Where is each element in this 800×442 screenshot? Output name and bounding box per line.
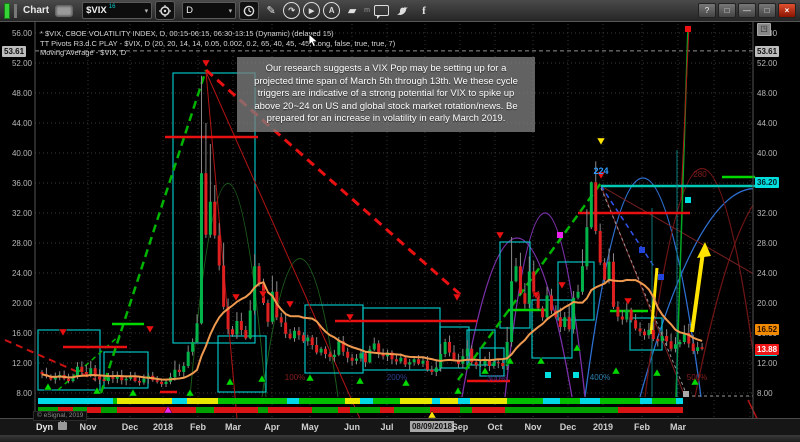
symbol-value: $VIX xyxy=(86,5,107,16)
month-label: Sep xyxy=(452,422,469,432)
price-tick-label: 40.00 xyxy=(757,149,777,158)
price-tick-label: 44.00 xyxy=(757,119,777,128)
svg-text:500%: 500% xyxy=(687,373,707,382)
facebook-icon[interactable]: f xyxy=(415,2,433,19)
price-tick-label: 24.00 xyxy=(757,269,777,278)
month-label: Nov xyxy=(79,422,96,432)
price-badge: 53.61 xyxy=(755,46,779,57)
minimize-button[interactable]: — xyxy=(738,3,756,18)
esignal-watermark: © eSignal, 2019 xyxy=(33,411,87,421)
time-axis[interactable]: Dyn 08/09/2018 Nov Dec 2018 Feb Mar Apr May Jun… xyxy=(0,418,800,435)
price-tick-label: 20.00 xyxy=(757,299,777,308)
play-replay-icon[interactable]: ▶ xyxy=(303,2,320,19)
month-label: Jul xyxy=(380,422,393,432)
price-tick-label: 48.00 xyxy=(757,89,777,98)
restore-button[interactable]: □ xyxy=(718,3,736,18)
svg-text:200%: 200% xyxy=(387,373,407,382)
month-label: Apr xyxy=(264,422,280,432)
month-label: Dec xyxy=(560,422,577,432)
interval-value: D xyxy=(186,5,193,16)
price-badge: 16.52 xyxy=(755,324,779,335)
price-tick-label: 52.00 xyxy=(1,59,32,68)
month-label: May xyxy=(301,422,319,432)
chart-window: 224 280 100% 200% 300% 400% 500% Chart $VIX 16… xyxy=(0,0,800,442)
pencil-draw-icon[interactable]: ✎ xyxy=(262,2,280,19)
price-tick-label: 12.00 xyxy=(757,359,777,368)
month-label: Dec xyxy=(122,422,139,432)
price-badge: 53.61 xyxy=(2,46,26,57)
month-label: 2018 xyxy=(153,422,173,432)
price-tick-label: 32.00 xyxy=(757,209,777,218)
annotation-note[interactable]: Our research suggests a VIX Pop may be s… xyxy=(237,57,535,132)
month-label: Oct xyxy=(487,422,502,432)
lock-icon[interactable] xyxy=(58,422,67,430)
month-label: Feb xyxy=(190,422,206,432)
twitter-icon[interactable] xyxy=(394,2,412,19)
symbol-link-tag: 16 xyxy=(109,4,116,10)
price-tick-label: 24.00 xyxy=(1,269,32,278)
svg-text:100%: 100% xyxy=(285,373,305,382)
titlebar[interactable]: Chart $VIX 16 ▾ D ▾ ✎ ↷ ▶ A ▰ m f ?□—□× xyxy=(0,0,800,22)
eraser-icon[interactable]: ▰ xyxy=(343,2,361,19)
redo-tool-icon[interactable]: ↷ xyxy=(283,2,300,19)
maximize-button[interactable]: □ xyxy=(758,3,776,18)
price-tick-label: 8.00 xyxy=(757,389,773,398)
price-tick-label: 8.00 xyxy=(1,389,32,398)
auto-analysis-icon[interactable]: A xyxy=(323,2,340,19)
price-tick-label: 32.00 xyxy=(1,209,32,218)
svg-text:400%: 400% xyxy=(590,373,610,382)
interval-dropdown-arrow[interactable]: ▾ xyxy=(229,7,233,15)
price-tick-label: 40.00 xyxy=(1,149,32,158)
price-tick-label: 36.00 xyxy=(1,179,32,188)
price-tick-label: 28.00 xyxy=(757,239,777,248)
month-label: Nov xyxy=(524,422,541,432)
price-badge: 13.88 xyxy=(755,344,779,355)
svg-text:224: 224 xyxy=(593,166,608,176)
month-label: 2019 xyxy=(593,422,613,432)
snapshot-icon[interactable] xyxy=(55,5,73,17)
mouse-cursor xyxy=(308,34,320,48)
price-tick-label: 20.00 xyxy=(1,299,32,308)
window-title: Chart xyxy=(23,5,49,16)
window-bottom-frame xyxy=(0,435,800,442)
price-tick-label: 56.00 xyxy=(1,29,32,38)
scroll-to-latest-icon[interactable]: ◳ xyxy=(757,23,771,36)
crosshair-date-badge: 08/09/2018 xyxy=(410,421,454,432)
study-info-lines: * $VIX, CBOE VOLATILITY INDEX, D, 00:15-… xyxy=(40,29,395,58)
price-tick-label: 16.00 xyxy=(1,329,32,338)
month-label: Jun xyxy=(344,422,360,432)
month-label: Feb xyxy=(634,422,650,432)
dyn-scale-label[interactable]: Dyn xyxy=(36,422,53,432)
month-label: Mar xyxy=(225,422,241,432)
price-tick-label: 48.00 xyxy=(1,89,32,98)
connection-status-indicator xyxy=(4,3,10,19)
symbol-dropdown-arrow[interactable]: ▾ xyxy=(145,7,149,15)
svg-text:300%: 300% xyxy=(487,374,507,383)
interval-input[interactable]: D ▾ xyxy=(182,2,236,19)
svg-text:280: 280 xyxy=(693,170,707,179)
help-button[interactable]: ? xyxy=(698,3,716,18)
chat-share-icon[interactable] xyxy=(373,2,391,19)
symbol-description-line: * $VIX, CBOE VOLATILITY INDEX, D, 00:15-… xyxy=(40,29,395,39)
price-badge: 36.20 xyxy=(755,177,779,188)
close-button[interactable]: × xyxy=(778,3,796,18)
time-template-icon[interactable] xyxy=(239,1,259,20)
price-tick-label: 52.00 xyxy=(757,59,777,68)
tt-pivots-study-line: TT Pivots R3.d.C PLAY - $VIX, D (20, 20,… xyxy=(40,39,395,49)
price-tick-label: 28.00 xyxy=(1,239,32,248)
symbol-search-icon[interactable] xyxy=(155,1,175,20)
window-controls: ?□—□× xyxy=(698,3,796,18)
indicator-bars-layer xyxy=(38,398,683,413)
window-drag-handle xyxy=(14,4,17,18)
month-label: Mar xyxy=(670,422,686,432)
price-tick-label: 44.00 xyxy=(1,119,32,128)
mini-mode-label: m xyxy=(364,7,370,14)
symbol-input[interactable]: $VIX 16 ▾ xyxy=(82,2,152,19)
price-tick-label: 12.00 xyxy=(1,359,32,368)
